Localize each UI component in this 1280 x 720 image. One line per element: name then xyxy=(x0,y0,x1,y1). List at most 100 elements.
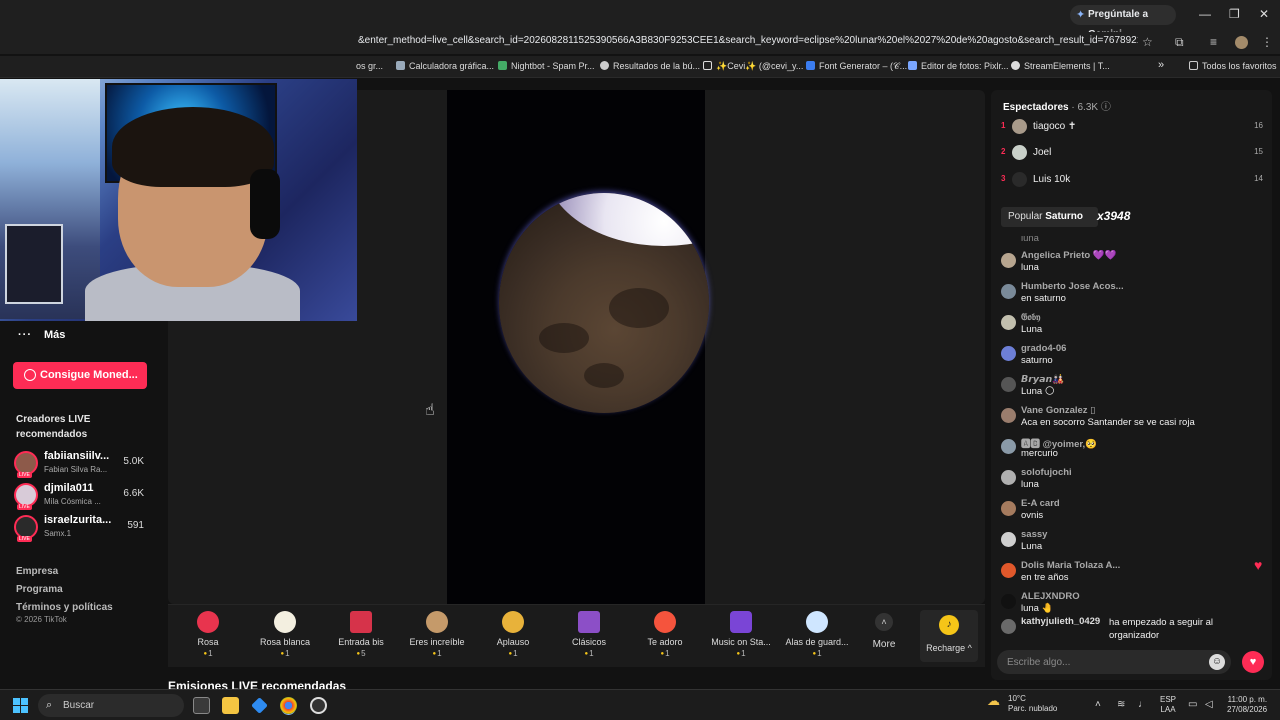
gift-item[interactable]: Rosa blanca 1 xyxy=(247,611,323,658)
bookmark-item[interactable]: os gr... xyxy=(356,61,383,71)
footer-link-empresa[interactable]: Empresa xyxy=(16,563,113,581)
creator-avatar xyxy=(14,483,38,510)
chat-input[interactable] xyxy=(1007,654,1197,670)
volume-icon[interactable]: ◁ xyxy=(1205,699,1213,710)
language-indicator[interactable]: ESP LAA xyxy=(1160,695,1176,715)
message-user[interactable]: Vane Gonzalez ▯ xyxy=(1021,405,1095,416)
message-user[interactable]: 𝘽𝙧𝙮𝙖𝙣🎎 xyxy=(1021,374,1064,385)
bookmark-item[interactable]: Font Generator – (𝒞... xyxy=(806,61,907,72)
gift-cost: 1 xyxy=(703,649,779,658)
message-user[interactable]: Humberto Jose Acos... xyxy=(1021,281,1124,292)
moon-crater xyxy=(584,363,624,388)
creator-name: israelzurita... xyxy=(44,514,112,526)
footer-links: Empresa Programa Términos y políticas xyxy=(16,563,113,617)
bookmark-label: Nightbot - Spam Pr... xyxy=(511,61,595,71)
creator-avatar xyxy=(14,451,38,478)
bookmark-item[interactable]: Editor de fotos: Pixlr... xyxy=(908,61,1009,71)
more-menu-item[interactable]: ··· Más xyxy=(18,329,65,341)
microphone-icon[interactable]: ♩ xyxy=(1138,699,1148,710)
emoji-icon[interactable]: ☺ xyxy=(1209,654,1225,670)
message-user[interactable]: grado4-06 xyxy=(1021,343,1066,354)
media-control-icon[interactable]: ≡ xyxy=(1210,35,1217,49)
gift-item[interactable]: Eres increíble 1 xyxy=(399,611,475,658)
message-user[interactable]: 𝔊𝔬𝔟𝔶 xyxy=(1021,312,1040,323)
bookmark-item[interactable]: Calculadora gráfica... xyxy=(396,61,494,71)
like-heart-button[interactable]: ♥ xyxy=(1242,651,1264,673)
message-user[interactable]: Angelica Prieto 💜💜 xyxy=(1021,250,1116,261)
creator-viewers: 6.6K xyxy=(123,488,144,499)
viewers-header[interactable]: Espectadores · 6.3K ⓘ xyxy=(1003,98,1111,113)
message-user[interactable]: kathyjulieth_0429 xyxy=(1021,616,1100,627)
tray-chevron-icon[interactable]: ˄ xyxy=(1095,699,1101,710)
taskbar-clock[interactable]: 11:00 p. m. 27/08/2026 xyxy=(1227,695,1267,715)
message-user[interactable]: sassy xyxy=(1021,529,1047,540)
footer-link-programa[interactable]: Programa xyxy=(16,581,113,599)
monitor-icon[interactable]: ▭ xyxy=(1188,699,1197,710)
message-user[interactable]: Dolis Maria Tolaza A... xyxy=(1021,560,1120,571)
chrome-icon[interactable] xyxy=(280,697,297,714)
message-user[interactable]: solofujochi xyxy=(1021,467,1072,478)
chat-message: Dolis Maria Tolaza A... en tre años xyxy=(1001,560,1266,590)
top-viewer-item[interactable]: 2 Joel 15 xyxy=(1001,144,1263,162)
encore-ticket-icon xyxy=(350,611,372,633)
live-video[interactable] xyxy=(447,90,709,604)
task-view-icon[interactable] xyxy=(193,697,210,714)
close-icon[interactable]: ✕ xyxy=(1259,7,1269,21)
all-bookmarks[interactable]: Todos los favoritos xyxy=(1189,61,1277,71)
gift-item[interactable]: Music on Sta... 1 xyxy=(703,611,779,658)
get-coins-button[interactable]: Consigue Moned... xyxy=(13,362,147,389)
creator-item[interactable]: israelzurita... Samx.1 591 xyxy=(14,513,154,543)
wifi-icon[interactable]: ≋ xyxy=(1117,699,1125,710)
taskbar-search[interactable]: ⌕ Buscar xyxy=(38,694,184,717)
bookmark-star-icon[interactable]: ☆ xyxy=(1142,35,1153,49)
moon-crater xyxy=(609,288,669,328)
more-gifts-button[interactable]: ˄ More xyxy=(872,613,896,650)
weather-widget[interactable]: ☁ 10°C Parc. nublado xyxy=(987,694,1057,714)
bookmark-item[interactable]: Nightbot - Spam Pr... xyxy=(498,61,595,71)
app-icon[interactable] xyxy=(251,697,268,714)
gift-item[interactable]: Clásicos 1 xyxy=(551,611,627,658)
creator-subtitle: Mila Cósmica ... xyxy=(44,497,101,506)
gemini-button[interactable]: ✦ Pregúntale a Gemini xyxy=(1070,5,1176,40)
recommended-lives-heading: Emisiones LIVE recomendadas xyxy=(168,679,347,689)
gift-item[interactable]: Entrada bis 5 xyxy=(323,611,399,658)
chat-messages[interactable]: luna Angelica Prieto 💜💜 luna Humberto Jo… xyxy=(991,236,1272,640)
viewer-rank: 3 xyxy=(1001,174,1006,183)
chat-message: E-A card ovnis xyxy=(1001,498,1266,528)
minimize-icon[interactable]: — xyxy=(1199,7,1211,21)
bookmarks-overflow-icon[interactable]: » xyxy=(1158,59,1164,71)
profile-avatar-icon[interactable] xyxy=(1235,36,1248,49)
restore-icon[interactable]: ❐ xyxy=(1229,7,1240,21)
viewer-name: tiagoco ✝ xyxy=(1033,121,1077,132)
windows-start-icon[interactable] xyxy=(13,698,29,714)
message-user[interactable]: E-A card xyxy=(1021,498,1060,509)
gift-item[interactable]: Aplauso 1 xyxy=(475,611,551,658)
top-viewer-item[interactable]: 3 Luis 10k 14 xyxy=(1001,171,1263,189)
viewer-name: Joel xyxy=(1033,147,1052,158)
creator-name: djmila011 xyxy=(44,482,94,494)
bookmark-icon xyxy=(396,61,405,70)
chat-composer: ☺ xyxy=(997,650,1231,674)
message-avatar xyxy=(1001,532,1016,547)
gift-item[interactable]: Te adoro 1 xyxy=(627,611,703,658)
top-viewer-item[interactable]: 1 tiagoco ✝ 16 xyxy=(1001,118,1263,136)
bookmarks-bar: os gr... Calculadora gráfica... Nightbot… xyxy=(0,56,1280,78)
recharge-button[interactable]: ♪ Recharge ^ xyxy=(920,610,978,662)
info-icon[interactable]: ⓘ xyxy=(1101,102,1111,113)
file-explorer-icon[interactable] xyxy=(222,697,239,714)
creator-item[interactable]: djmila011 Mila Cósmica ... 6.6K xyxy=(14,481,154,511)
bookmark-item[interactable]: Resultados de la bú... xyxy=(600,61,700,71)
creator-item[interactable]: fabiiansiilv... Fabian Silva Ra... 5.0K xyxy=(14,449,154,479)
gift-item[interactable]: Rosa 1 xyxy=(170,611,246,658)
message-avatar xyxy=(1001,563,1016,578)
bookmark-item[interactable]: ✨Cevi✨ (@cevi_y... xyxy=(703,61,803,72)
message-text: ovnis xyxy=(1021,510,1044,521)
message-text: luna 🤚 xyxy=(1021,603,1054,614)
url-text[interactable]: &enter_method=live_cell&search_id=202608… xyxy=(358,35,1138,46)
extensions-icon[interactable]: ⧉ xyxy=(1175,35,1184,50)
bookmark-item[interactable]: StreamElements | T... xyxy=(1011,61,1110,71)
gift-item[interactable]: Alas de guard... 1 xyxy=(779,611,855,658)
menu-kebab-icon[interactable]: ⋮ xyxy=(1261,35,1273,49)
obs-icon[interactable] xyxy=(310,697,327,714)
message-user[interactable]: ALEJXNDRO xyxy=(1021,591,1080,602)
